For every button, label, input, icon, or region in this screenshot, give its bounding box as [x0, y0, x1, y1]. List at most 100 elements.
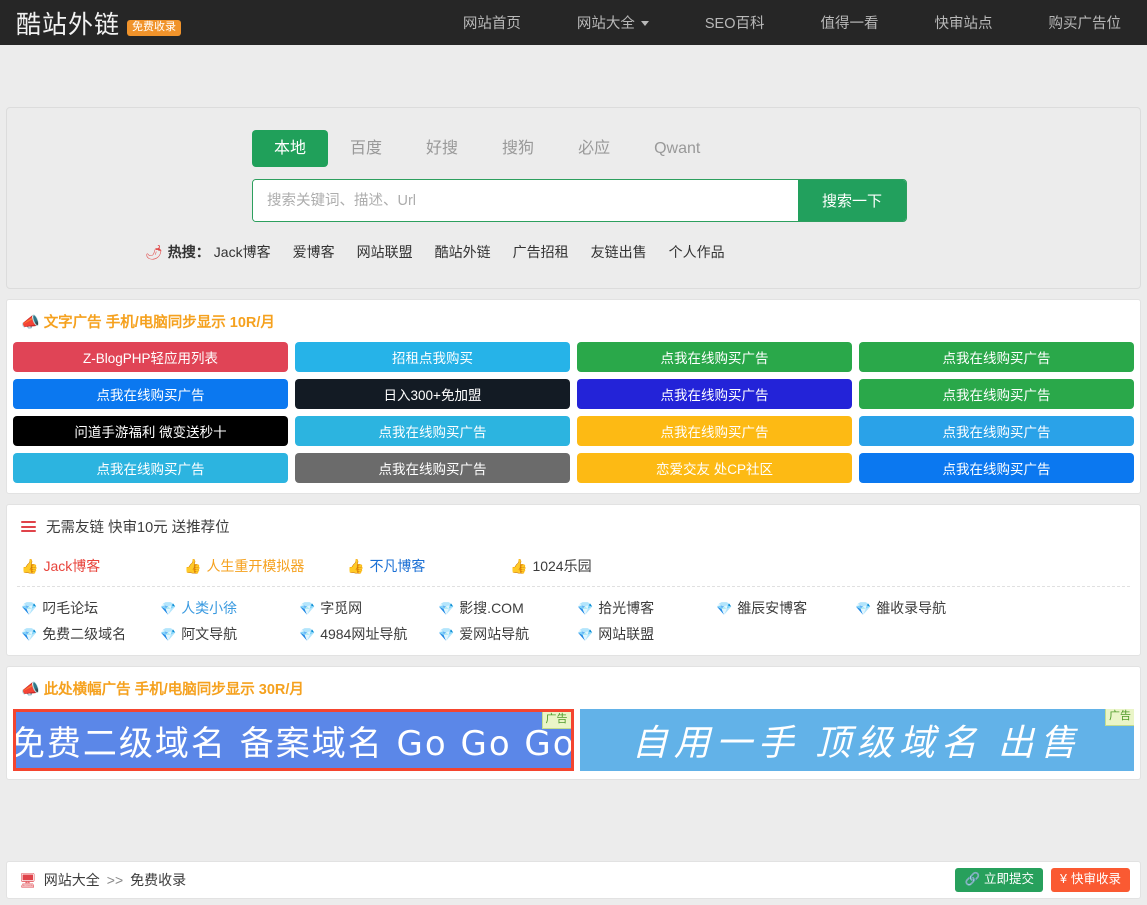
friend-link[interactable]: 💎 阿文导航: [160, 624, 299, 644]
nav-item-4[interactable]: 值得一看: [793, 12, 907, 33]
text-ad-button[interactable]: 点我在线购买广告: [859, 342, 1134, 373]
friend-link-label: 阿文导航: [181, 626, 238, 643]
search-tab-2[interactable]: 百度: [328, 130, 404, 167]
brand-name: 酷站外链: [16, 10, 121, 39]
footer-actions: 🔗 立即提交 ¥ 快审收录: [955, 868, 1130, 892]
search-tab-6[interactable]: Qwant: [632, 130, 722, 167]
footer-bar: 🖥 网站大全 >> 免费收录 🔗 立即提交 ¥ 快审收录: [6, 861, 1141, 899]
friend-link[interactable]: 💎 爱网站导航: [438, 624, 577, 644]
text-ads-header: 📣 文字广告 手机/电脑同步显示 10R/月: [7, 300, 1140, 342]
friend-link[interactable]: 💎 影搜.COM: [438, 598, 577, 618]
chevron-down-icon: [640, 21, 649, 26]
friend-link-label: 免费二级域名: [42, 626, 127, 643]
gem-icon: 💎: [716, 600, 733, 616]
nav-item-6[interactable]: 购买广告位: [1021, 12, 1134, 33]
gem-icon: 💎: [160, 626, 177, 642]
text-ad-button[interactable]: Z-BlogPHP轻应用列表: [13, 342, 288, 373]
monitor-icon: 🖥: [19, 871, 37, 888]
text-ad-button[interactable]: 点我在线购买广告: [13, 453, 288, 484]
text-ad-button[interactable]: 问道手游福利 微变送秒十: [13, 416, 288, 447]
text-ad-button[interactable]: 日入300+免加盟: [295, 379, 570, 410]
nav-item-2[interactable]: 网站大全: [549, 12, 677, 33]
friend-link-label: 叼毛论坛: [42, 600, 99, 617]
friend-links-card: 无需友链 快审10元 送推荐位 👍 Jack博客 👍 人生重开模拟器 👍 不凡博客 👍 102…: [6, 504, 1141, 657]
search-panel: 本地百度好搜搜狗必应Qwant 搜索一下 🌶 热搜： Jack博客 爱博客 网站联盟…: [6, 107, 1141, 290]
thumbs-up-icon: 👍: [510, 558, 528, 575]
text-ad-button[interactable]: 点我在线购买广告: [577, 416, 852, 447]
featured-link[interactable]: 👍 人生重开模拟器: [184, 556, 347, 576]
thumbs-up-icon: 👍: [347, 558, 365, 575]
search-tab-3[interactable]: 好搜: [404, 130, 480, 167]
text-ad-button[interactable]: 恋爱交友 处CP社区: [577, 453, 852, 484]
banner-ad[interactable]: 免费二级域名 备案域名 Go Go Go 广告: [13, 709, 574, 772]
friend-link[interactable]: 💎 叼毛论坛: [21, 598, 160, 618]
banner-ads-title: 此处横幅广告 手机/电脑同步显示 30R/月: [43, 682, 304, 699]
friend-link[interactable]: 💎 人类小徐: [160, 598, 299, 618]
friend-link[interactable]: 💎 网站联盟: [577, 624, 716, 644]
button-label: 快审收录: [1070, 872, 1121, 887]
friend-link[interactable]: 💎 雒辰安博客: [716, 598, 855, 618]
nav-item-5[interactable]: 快审站点: [907, 12, 1021, 33]
gem-icon: 💎: [577, 600, 594, 616]
text-ad-button[interactable]: 点我在线购买广告: [295, 416, 570, 447]
gem-icon: 💎: [299, 626, 316, 642]
search-tab-5[interactable]: 必应: [556, 130, 632, 167]
nav-item-3[interactable]: SEO百科: [677, 12, 793, 33]
friend-link-label: 雒辰安博客: [737, 600, 808, 617]
friend-link[interactable]: 💎 拾光博客: [577, 598, 716, 618]
nav-item-1[interactable]: 网站首页: [435, 12, 549, 33]
search-tab-4[interactable]: 搜狗: [480, 130, 556, 167]
featured-link-label: 不凡博客: [369, 558, 426, 575]
banner-ad[interactable]: 自用一手 顶级域名 出售 广告: [579, 709, 1134, 772]
featured-link[interactable]: 👍 1024乐园: [510, 556, 673, 576]
friend-link-label: 字觅网: [320, 600, 363, 617]
friend-link[interactable]: 💎 免费二级域名: [21, 624, 160, 644]
search-tab-1[interactable]: 本地: [252, 130, 329, 168]
banner-ad-text: 免费二级域名 备案域名 Go Go Go: [13, 723, 574, 764]
text-ad-button[interactable]: 点我在线购买广告: [577, 342, 852, 373]
friend-links-header: 无需友链 快审10元 送推荐位: [7, 505, 1140, 547]
friend-link[interactable]: 💎 雒收录导航: [855, 598, 994, 618]
search-box[interactable]: 搜索一下: [252, 179, 907, 223]
featured-link[interactable]: 👍 不凡博客: [347, 556, 510, 576]
friend-link[interactable]: 💎 字觅网: [299, 598, 438, 618]
friend-links-body: 👍 Jack博客 👍 人生重开模拟器 👍 不凡博客 👍 1024乐园 💎 叼毛论坛 💎 人类小徐 💎 字…: [7, 547, 1140, 655]
text-ad-button[interactable]: 点我在线购买广告: [295, 453, 570, 484]
gem-icon: 💎: [160, 600, 177, 616]
hot-search-link[interactable]: 广告招租: [513, 242, 569, 262]
banner-ad-text: 自用一手 顶级域名 出售: [631, 723, 1082, 764]
brand-logo[interactable]: 酷站外链 免费收录: [16, 5, 182, 41]
hot-search-link[interactable]: 酷站外链: [435, 242, 491, 262]
megaphone-icon: 📣: [21, 681, 40, 699]
text-ad-button[interactable]: 点我在线购买广告: [859, 379, 1134, 410]
search-input[interactable]: [253, 180, 798, 222]
fast-review-button[interactable]: ¥ 快审收录: [1051, 868, 1130, 892]
gem-icon: 💎: [21, 626, 38, 642]
friend-link-label: 4984网址导航: [320, 626, 408, 643]
gem-icon: 💎: [577, 626, 594, 642]
friend-link-label: 网站联盟: [598, 626, 655, 643]
text-ad-button[interactable]: 点我在线购买广告: [859, 453, 1134, 484]
text-ad-button[interactable]: 点我在线购买广告: [13, 379, 288, 410]
hot-search-link[interactable]: 个人作品: [669, 242, 725, 262]
gem-icon: 💎: [438, 600, 455, 616]
submit-now-button[interactable]: 🔗 立即提交: [955, 868, 1044, 892]
hot-search-link[interactable]: 友链出售: [591, 242, 647, 262]
hot-search-link[interactable]: Jack博客: [214, 242, 271, 262]
search-button[interactable]: 搜索一下: [798, 180, 906, 222]
friend-link-label: 拾光博客: [598, 600, 655, 617]
friend-link[interactable]: 💎 4984网址导航: [299, 624, 438, 644]
featured-link[interactable]: 👍 Jack博客: [21, 556, 184, 576]
breadcrumb-current: 免费收录: [130, 872, 187, 888]
friend-links-rows: 💎 叼毛论坛 💎 人类小徐 💎 字觅网 💎 影搜.COM 💎 拾光博客 💎 雒辰安博客 💎 雒收录导航 💎 免…: [17, 587, 1130, 655]
breadcrumb-root[interactable]: 网站大全: [44, 870, 100, 890]
text-ad-button[interactable]: 点我在线购买广告: [577, 379, 852, 410]
text-ad-button[interactable]: 招租点我购买: [295, 342, 570, 373]
hot-search-link[interactable]: 网站联盟: [357, 242, 413, 262]
nav-item-label: 购买广告位: [1048, 16, 1122, 32]
yen-icon: ¥: [1060, 872, 1067, 887]
nav-item-label: 快审站点: [934, 16, 993, 32]
hot-search-link[interactable]: 爱博客: [293, 242, 335, 262]
text-ad-button[interactable]: 点我在线购买广告: [859, 416, 1134, 447]
featured-link-label: Jack博客: [43, 558, 101, 575]
